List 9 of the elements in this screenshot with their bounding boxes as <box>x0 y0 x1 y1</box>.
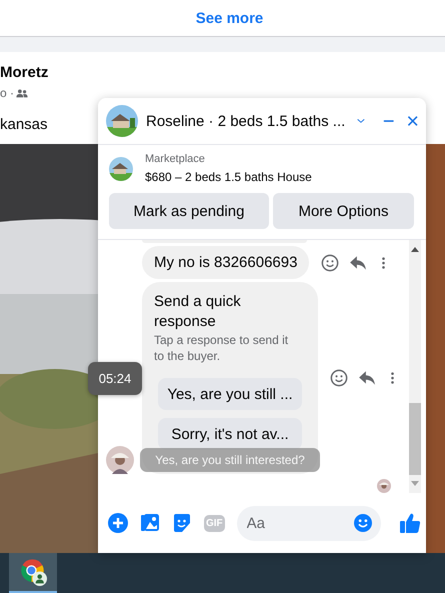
see-more-link[interactable]: See more <box>182 10 264 26</box>
post-location: kansas <box>0 116 48 133</box>
author-name: Moretz <box>0 64 50 83</box>
browser-icon <box>20 558 46 586</box>
people-icon <box>16 88 28 98</box>
post-meta: o · <box>0 86 14 100</box>
chevron-down-icon[interactable] <box>357 117 366 125</box>
chat-title[interactable]: Roseline · 2 beds 1.5 baths ... <box>146 112 346 130</box>
chrome-taskbar-button[interactable] <box>9 553 57 593</box>
